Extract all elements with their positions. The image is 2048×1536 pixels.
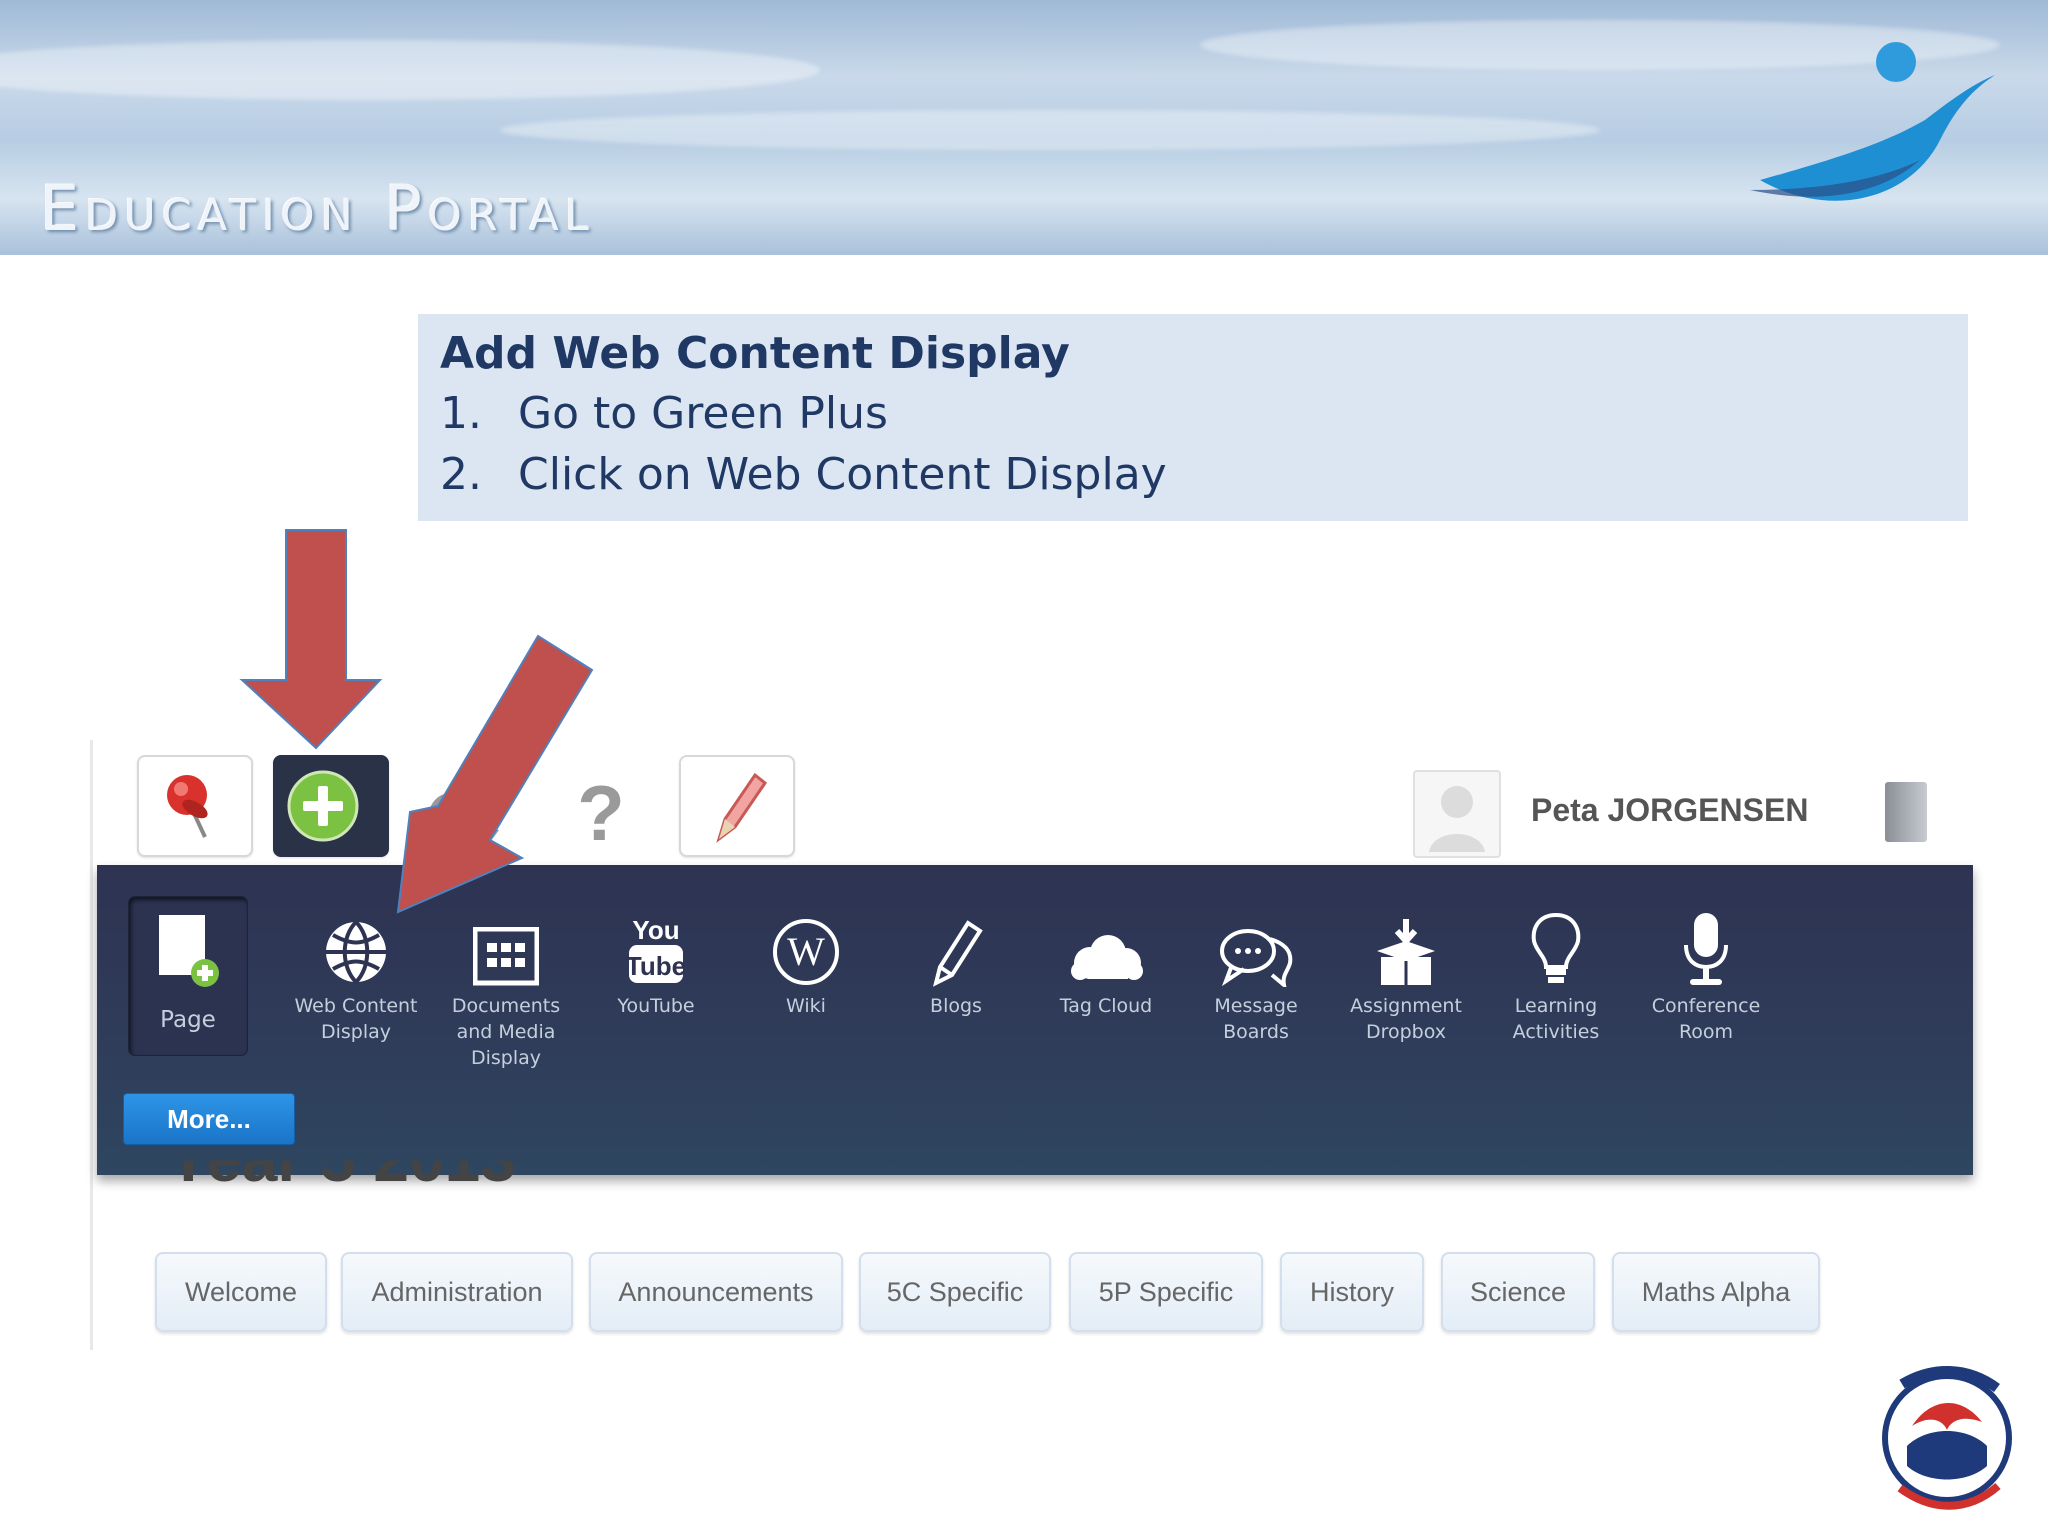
documents-and-media-display-tool[interactable]: Documents and Media Display xyxy=(436,895,576,1071)
tab-maths-alpha[interactable]: Maths Alpha xyxy=(1612,1252,1820,1332)
message-boards-tool[interactable]: Message Boards xyxy=(1186,895,1326,1045)
chat-icon xyxy=(1220,929,1293,987)
web-content-display-tool[interactable]: Web Content Display xyxy=(286,895,426,1045)
dropbox-icon xyxy=(1377,919,1435,985)
globe-icon xyxy=(326,920,386,984)
tab-administration[interactable]: Administration xyxy=(341,1252,573,1332)
svg-text:?: ? xyxy=(577,770,625,856)
svg-text:W: W xyxy=(787,929,825,974)
education-portal-banner: Education Portal xyxy=(0,0,2048,255)
svg-text:You: You xyxy=(632,915,679,945)
pencil-edit-icon xyxy=(716,772,768,843)
pencil-icon xyxy=(933,920,983,987)
tab-welcome[interactable]: Welcome xyxy=(155,1252,327,1332)
wiki-tool[interactable]: W Wiki xyxy=(736,895,876,1019)
instruction-box: Add Web Content Display 1. Go to Green Pl… xyxy=(418,314,1968,521)
instruction-step-1: 1. Go to Green Plus xyxy=(440,388,888,439)
portal-screenshot: ? Peta JORGENSEN Page Web Content Displa… xyxy=(90,740,1973,1350)
green-plus-icon xyxy=(287,770,359,842)
conference-room-tool[interactable]: Conference Room xyxy=(1636,895,1776,1045)
hillcrest-college-seal-icon xyxy=(1882,1365,2012,1510)
add-button[interactable] xyxy=(273,755,389,857)
edit-button[interactable] xyxy=(679,755,795,857)
user-avatar[interactable] xyxy=(1413,770,1501,858)
svg-text:Tube: Tube xyxy=(626,951,686,981)
page-icon xyxy=(159,915,219,987)
assignment-dropbox-tool[interactable]: Assignment Dropbox xyxy=(1336,895,1476,1045)
down-arrow xyxy=(239,529,383,750)
user-silhouette-icon xyxy=(1429,786,1485,852)
gear-icon[interactable] xyxy=(411,775,511,855)
more-button[interactable]: More... xyxy=(123,1093,295,1145)
add-page-button[interactable]: Page xyxy=(129,897,247,1055)
tab-5p-specific[interactable]: 5P Specific xyxy=(1069,1252,1263,1332)
page-label: Page xyxy=(160,1007,216,1033)
youtube-icon: You Tube xyxy=(626,915,686,983)
microphone-icon xyxy=(1684,913,1728,985)
youtube-tool[interactable]: You Tube You Tube xyxy=(586,895,726,1019)
pushpin-icon xyxy=(167,775,208,838)
help-icon[interactable]: ? xyxy=(571,770,631,856)
portal-logo-icon xyxy=(1750,42,1995,201)
instruction-title: Add Web Content Display xyxy=(440,328,1070,379)
tab-history[interactable]: History xyxy=(1280,1252,1424,1332)
lightbulb-icon xyxy=(1531,912,1581,983)
grid-icon xyxy=(473,927,539,986)
user-name[interactable]: Peta JORGENSEN xyxy=(1531,792,1808,829)
blogs-tool[interactable]: Blogs xyxy=(886,895,1026,1019)
instruction-step-2: 2. Click on Web Content Display xyxy=(440,449,1167,500)
tab-science[interactable]: Science xyxy=(1441,1252,1595,1332)
sign-out-icon[interactable] xyxy=(1885,782,1927,842)
tag-cloud-tool[interactable]: Tag Cloud xyxy=(1036,895,1176,1019)
banner-title: Education Portal xyxy=(40,172,595,245)
tab-announcements[interactable]: Announcements xyxy=(589,1252,843,1332)
tab-5c-specific[interactable]: 5C Specific xyxy=(859,1252,1051,1332)
cloud-icon xyxy=(1071,935,1143,980)
learning-activities-tool[interactable]: Learning Activities xyxy=(1486,895,1626,1045)
add-application-panel: Page Web Content Display Documents and M… xyxy=(97,865,1973,1175)
pin-button[interactable] xyxy=(137,755,253,857)
wiki-icon: W xyxy=(773,919,839,985)
